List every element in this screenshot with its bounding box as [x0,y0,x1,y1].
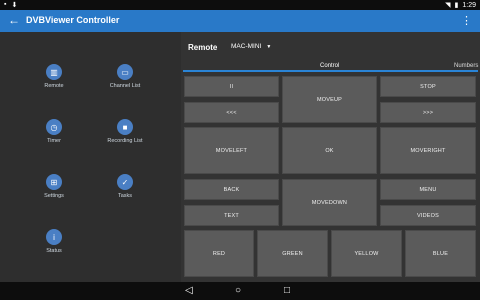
pause-button[interactable]: II [184,76,279,97]
sidebar-item-label: Tasks [117,193,133,199]
back-button[interactable]: BACK [184,179,279,200]
red-button[interactable]: RED [184,230,254,277]
remote-panel: Remote MAC-MINI ▼ Control Numbers II MOVE… [181,32,480,282]
wifi-icon: ◥ [445,2,451,9]
tab-indicator [183,70,478,72]
sidebar-item-channel-list[interactable]: ▭ Channel List [95,64,155,89]
tv-icon: ▭ [117,64,133,80]
app-bar: ← DVBViewer Controller ⋮ [0,10,480,32]
tab-bar: Control Numbers [181,62,480,74]
nav-recents-icon[interactable]: □ [284,285,290,296]
system-nav-bar: ◁ ○ □ [0,282,480,300]
yellow-button[interactable]: YELLOW [331,230,402,277]
settings-icon: ⊞ [46,174,62,190]
notification-icon: ▪ [4,1,7,8]
info-icon: i [46,229,62,245]
sidebar-item-label: Channel List [109,83,141,89]
video-camera-icon: ■ [117,119,133,135]
movedown-button[interactable]: MOVEDOWN [282,179,377,226]
remote-icon: ▥ [46,64,62,80]
sidebar-item-settings[interactable]: ⊞ Settings [24,174,84,199]
rewind-button[interactable]: <<< [184,102,279,123]
sidebar-item-recording-list[interactable]: ■ Recording List [95,119,155,144]
moveleft-button[interactable]: MOVELEFT [184,127,279,174]
tab-control[interactable]: Control [320,63,339,69]
sidebar-item-label: Recording List [107,138,143,144]
videos-button[interactable]: VIDEOS [380,205,476,226]
ok-button[interactable]: OK [282,127,377,174]
sidebar-item-label: Remote [44,83,64,89]
sidebar-item-label: Settings [44,193,64,199]
dropdown-caret-icon: ▼ [266,44,272,50]
device-name: MAC-MINI [231,43,262,50]
nav-home-icon[interactable]: ○ [235,285,241,296]
tab-numbers[interactable]: Numbers [454,63,478,69]
sidebar-item-remote[interactable]: ▥ Remote [24,64,84,89]
sidebar-item-label: Status [46,248,62,254]
nav-back-icon[interactable]: ◁ [185,285,193,296]
sidebar: ▥ Remote ▭ Channel List ◷ Timer ■ Record… [0,32,181,282]
alarm-clock-icon: ◷ [46,119,62,135]
checkmark-icon: ✓ [117,174,133,190]
sidebar-item-status[interactable]: i Status [24,229,84,254]
green-button[interactable]: GREEN [257,230,328,277]
device-dropdown[interactable]: MAC-MINI ▼ [231,43,271,50]
clock: 1:29 [462,1,476,9]
stop-button[interactable]: STOP [380,76,476,97]
overflow-menu-icon[interactable]: ⋮ [461,14,472,27]
moveright-button[interactable]: MOVERIGHT [380,127,476,174]
sidebar-item-tasks[interactable]: ✓ Tasks [95,174,155,199]
moveup-button[interactable]: MOVEUP [282,76,377,123]
app-title: DVBViewer Controller [26,15,120,25]
sidebar-item-timer[interactable]: ◷ Timer [24,119,84,144]
download-icon: ⬇ [11,2,18,9]
blue-button[interactable]: BLUE [405,230,476,277]
battery-icon: ▮ [454,2,459,9]
text-button[interactable]: TEXT [184,205,279,226]
forward-button[interactable]: >>> [380,102,476,123]
status-bar: ▪ ⬇ ◥ ▮ 1:29 [0,0,480,10]
menu-button[interactable]: MENU [380,179,476,200]
sidebar-item-label: Timer [47,138,61,144]
back-arrow-icon[interactable]: ← [8,13,20,27]
page-title: Remote [188,43,218,52]
